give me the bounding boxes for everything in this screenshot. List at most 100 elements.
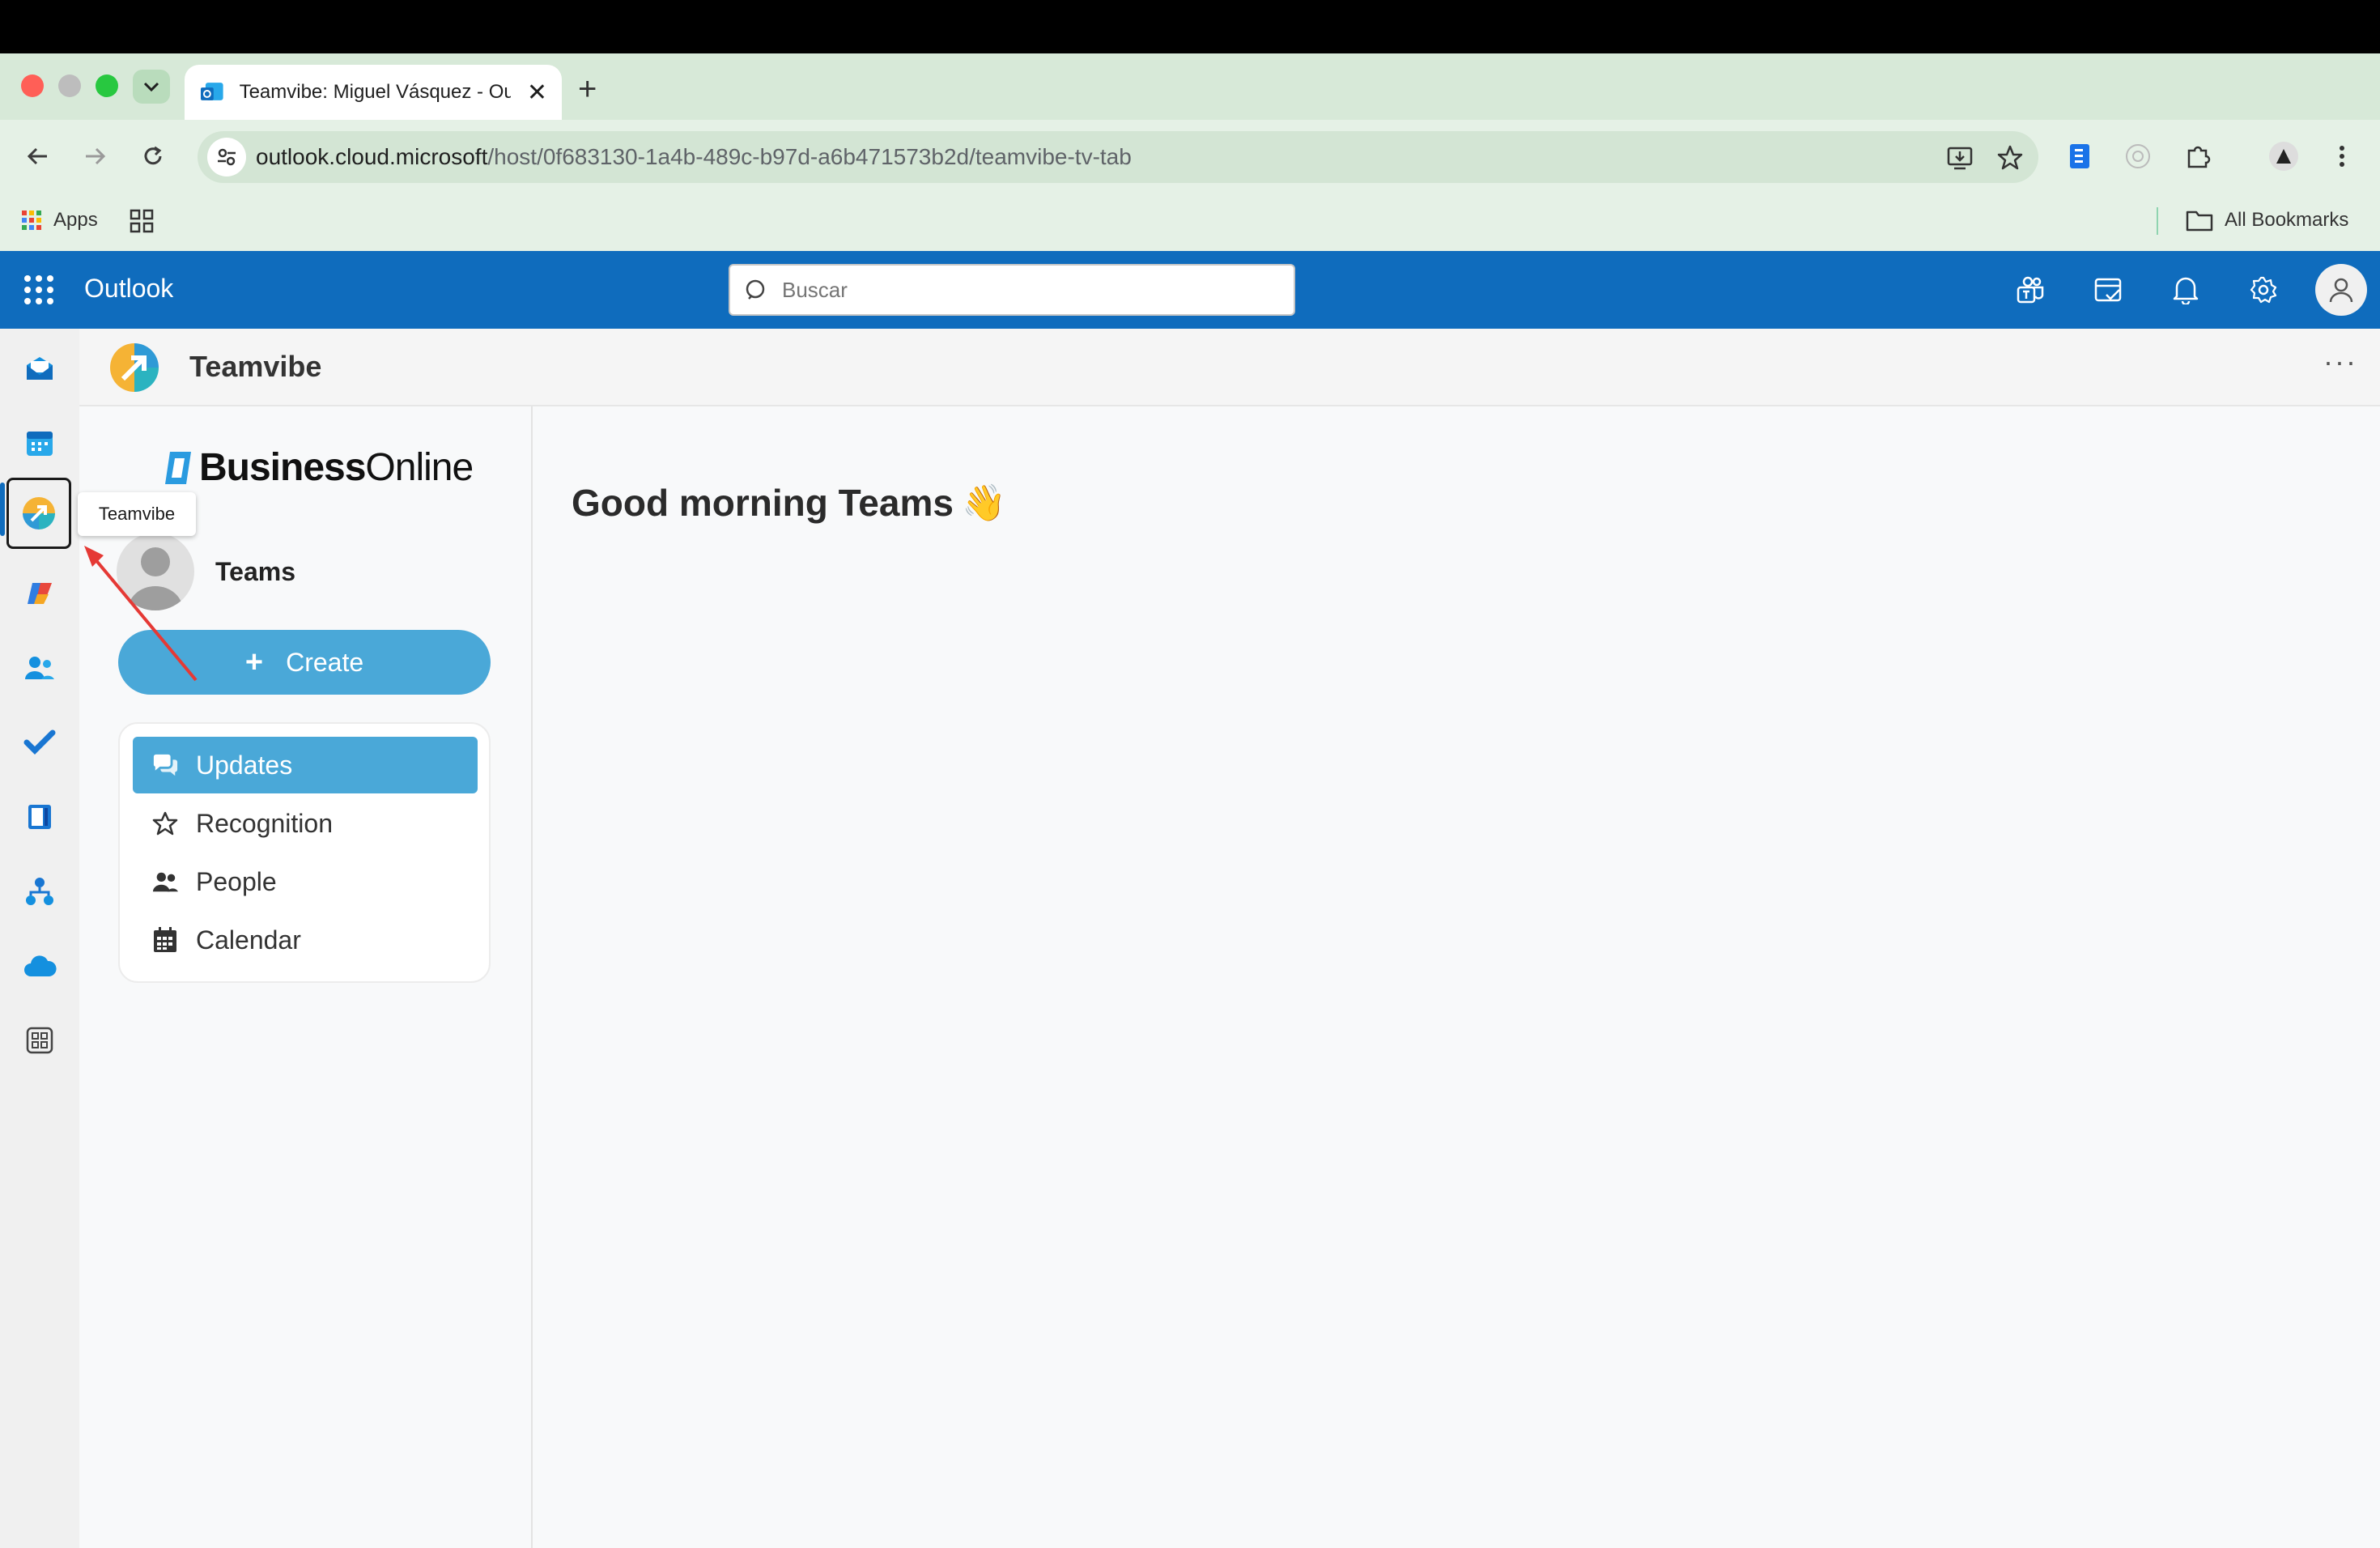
calendar-icon [27, 432, 53, 456]
search-icon [746, 279, 765, 300]
install-app-icon[interactable] [1946, 144, 1974, 172]
bookmark-apps[interactable]: Apps [21, 209, 98, 232]
url-text: outlook.cloud.microsoft/host/0f683130-1a… [256, 144, 1132, 170]
brand-logo: BusinessOnline [159, 445, 474, 490]
arrow-left-icon [27, 147, 47, 165]
puzzle-icon [2187, 146, 2211, 168]
profile-button[interactable] [2268, 141, 2299, 172]
extension-reader[interactable] [2064, 141, 2095, 172]
app-header: Teamvibe ··· [79, 329, 2380, 406]
rail-more-apps[interactable] [11, 1012, 68, 1069]
teams-icon [2017, 276, 2044, 304]
nav-item-label: Calendar [196, 925, 301, 955]
gear-icon [2250, 276, 2277, 304]
rail-active-indicator [0, 483, 5, 536]
outlook-favicon-icon [200, 83, 223, 100]
nav-item-recognition[interactable]: Recognition [133, 795, 478, 852]
back-button[interactable] [19, 138, 57, 175]
capture-extension-icon [2126, 144, 2150, 168]
teamvibe-logo-icon [110, 343, 159, 392]
tab-close-icon[interactable]: ✕ [527, 79, 547, 107]
outlook-header: Outlook [0, 251, 2380, 329]
arrow-right-icon [86, 147, 106, 165]
main-content: Good morning Teams 👋 [533, 406, 2380, 1548]
tab-groups-icon[interactable] [130, 209, 154, 233]
people-icon [25, 657, 54, 679]
account-avatar[interactable] [2315, 264, 2367, 316]
search-input[interactable] [782, 266, 1268, 314]
bookmark-star-icon[interactable] [1996, 144, 2024, 172]
browser-tab-active[interactable]: Teamvibe: Miguel Vásquez - Outlook ✕ [185, 65, 562, 120]
plus-icon: + [244, 644, 264, 679]
extensions-button[interactable] [2182, 141, 2213, 172]
app-rail [0, 329, 79, 1548]
url-host: outlook.cloud.microsoft [256, 144, 488, 169]
all-bookmarks-button[interactable]: All Bookmarks [2186, 209, 2348, 232]
bell-icon [2173, 277, 2199, 304]
new-tab-button[interactable]: + [578, 71, 597, 108]
site-info-button[interactable] [207, 138, 246, 176]
rail-notes[interactable] [11, 789, 68, 845]
org-chart-icon [26, 878, 53, 905]
kebab-menu-icon [2340, 146, 2344, 167]
reload-button[interactable] [134, 138, 172, 175]
greeting-text: Good morning Teams [572, 482, 954, 524]
notifications-button[interactable] [2170, 274, 2202, 306]
folder-icon [2186, 211, 2213, 232]
user-icon [2329, 278, 2353, 303]
os-menu-bar [0, 0, 2380, 53]
teams-button[interactable] [2014, 274, 2046, 306]
forward-button[interactable] [76, 138, 113, 175]
app-launcher-icon[interactable] [24, 275, 53, 304]
notes-icon [28, 805, 51, 829]
rail-copilot[interactable] [11, 565, 68, 622]
more-options-icon[interactable]: ··· [2323, 345, 2357, 379]
mail-icon [27, 357, 53, 380]
todo-icon [23, 729, 56, 755]
nav-item-people[interactable]: People [133, 853, 478, 910]
url-path: /host/0f683130-1a4b-489c-b97d-a6b471573b… [487, 144, 1132, 169]
search-box[interactable] [729, 264, 1295, 316]
rail-todo[interactable] [11, 714, 68, 771]
all-bookmarks-label: All Bookmarks [2225, 209, 2349, 231]
chevron-down-icon [143, 82, 159, 92]
window-minimize-button[interactable] [58, 74, 81, 97]
profile-avatar-icon [2269, 142, 2298, 171]
bookmarks-bar: Apps All Bookmarks [0, 194, 2380, 251]
extension-capture[interactable] [2123, 141, 2153, 172]
rail-mail[interactable] [11, 340, 68, 397]
people-icon [152, 869, 178, 895]
app-name: Teamvibe [189, 350, 322, 383]
cloud-icon [24, 955, 57, 976]
waving-hand-icon: 👋 [961, 483, 1006, 523]
nav-item-label: Recognition [196, 808, 333, 838]
browser-menu-button[interactable] [2327, 141, 2357, 172]
apps-grid-icon [22, 211, 41, 230]
reload-icon [144, 146, 162, 165]
rail-calendar[interactable] [11, 415, 68, 471]
calendar-icon [152, 927, 178, 953]
rail-org[interactable] [11, 863, 68, 920]
more-apps-icon [26, 1027, 53, 1054]
address-bar[interactable]: outlook.cloud.microsoft/host/0f683130-1a… [198, 131, 2038, 183]
brand-name-light: Online [365, 446, 474, 489]
browser-tab-strip: Teamvibe: Miguel Vásquez - Outlook ✕ + [0, 53, 2380, 120]
nav-menu: Updates Recognition People Calendar [118, 722, 491, 983]
tab-search-button[interactable] [133, 70, 170, 104]
window-zoom-button[interactable] [96, 74, 118, 97]
rail-teamvibe[interactable] [6, 478, 71, 549]
settings-button[interactable] [2247, 274, 2280, 306]
window-close-button[interactable] [21, 74, 44, 97]
bookmarks-separator [2157, 207, 2158, 235]
nav-item-updates[interactable]: Updates [133, 737, 478, 793]
browser-toolbar: outlook.cloud.microsoft/host/0f683130-1a… [0, 120, 2380, 194]
rail-tooltip: Teamvibe [78, 492, 196, 536]
rail-people[interactable] [11, 640, 68, 696]
nav-item-label: People [196, 866, 277, 896]
nav-item-calendar[interactable]: Calendar [133, 912, 478, 968]
rail-onedrive[interactable] [11, 938, 68, 994]
create-label: Create [286, 647, 364, 677]
team-name: Teams [215, 556, 296, 586]
outlook-title: Outlook [84, 274, 174, 303]
my-day-button[interactable] [2092, 274, 2124, 306]
